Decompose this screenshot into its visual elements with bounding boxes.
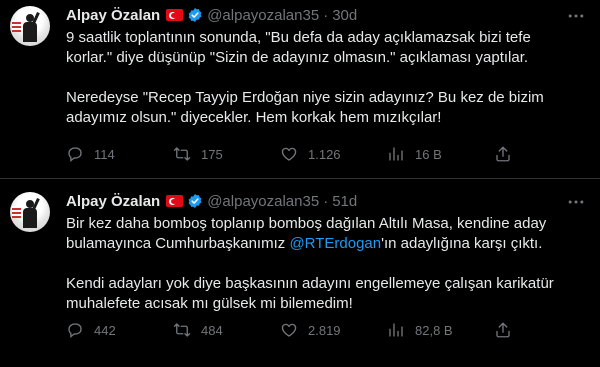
verified-badge-icon[interactable] [187, 193, 203, 209]
more-options-icon[interactable] [566, 192, 586, 212]
like-button[interactable]: 2.819 [280, 320, 387, 340]
share-button[interactable] [494, 144, 522, 164]
timestamp[interactable]: 30d [332, 7, 357, 24]
author-handle[interactable]: @alpayozalan35 [207, 7, 319, 24]
share-icon [496, 146, 510, 162]
tweet-actions: 114 175 1.126 16 B [66, 144, 584, 164]
like-count: 1.126 [308, 146, 341, 162]
tweet-paragraph: Neredeyse "Recep Tayyip Erdoğan niye siz… [66, 89, 544, 126]
share-icon [496, 322, 510, 338]
turkey-flag-icon [166, 195, 184, 207]
separator-dot: · [323, 192, 329, 210]
reply-count: 442 [94, 322, 116, 338]
mention-link[interactable]: @RTErdogan [289, 235, 381, 252]
author-name[interactable]: Alpay Özalan [66, 193, 160, 210]
like-icon [281, 323, 297, 337]
views-button[interactable]: 82,8 B [387, 320, 494, 340]
tweet-text: 9 saatlik toplantının sonunda, "Bu defa … [66, 28, 584, 128]
tweet-text: Bir kez daha bomboş toplanıp bomboş dağı… [66, 214, 584, 314]
tweet-paragraph: Kendi adayları yok diye başkasının adayı… [66, 275, 554, 312]
share-button[interactable] [494, 320, 522, 340]
tweet-actions: 442 484 2.819 82,8 B [66, 320, 584, 340]
avatar[interactable] [10, 192, 50, 232]
reply-button[interactable]: 442 [66, 320, 173, 340]
retweet-button[interactable]: 484 [173, 320, 280, 340]
tweet[interactable]: Alpay Özalan @alpayozalan35 · 51d Bir ke… [0, 178, 600, 367]
views-count: 82,8 B [415, 322, 453, 338]
reply-icon [68, 323, 82, 339]
retweet-button[interactable]: 175 [173, 144, 280, 164]
reply-count: 114 [94, 146, 115, 162]
retweet-count: 175 [201, 146, 223, 162]
tweet-header: Alpay Özalan @alpayozalan35 · 51d [66, 190, 584, 212]
turkey-flag-icon [166, 9, 184, 21]
retweet-count: 484 [201, 322, 223, 338]
reply-button[interactable]: 114 [66, 144, 173, 164]
like-button[interactable]: 1.126 [280, 144, 387, 164]
tweet[interactable]: Alpay Özalan @alpayozalan35 · 30d 9 saat… [0, 0, 600, 178]
views-count: 16 B [415, 146, 442, 162]
more-options-icon[interactable] [566, 6, 586, 26]
tweet-feed: Alpay Özalan @alpayozalan35 · 30d 9 saat… [0, 0, 600, 367]
retweet-icon [173, 323, 191, 337]
avatar[interactable] [10, 6, 50, 46]
verified-badge-icon[interactable] [187, 7, 203, 23]
author-name[interactable]: Alpay Özalan [66, 7, 160, 24]
like-icon [281, 147, 297, 161]
separator-dot: · [323, 6, 329, 24]
like-count: 2.819 [308, 322, 341, 338]
retweet-icon [173, 147, 191, 161]
timestamp[interactable]: 51d [332, 193, 357, 210]
views-icon [389, 323, 403, 337]
reply-icon [68, 147, 82, 163]
views-button[interactable]: 16 B [387, 144, 494, 164]
author-handle[interactable]: @alpayozalan35 [207, 193, 319, 210]
views-icon [389, 147, 403, 161]
tweet-paragraph: Bir kez daha bomboş toplanıp bomboş dağı… [66, 215, 547, 252]
tweet-paragraph: 9 saatlik toplantının sonunda, "Bu defa … [66, 29, 531, 66]
tweet-header: Alpay Özalan @alpayozalan35 · 30d [66, 4, 584, 26]
